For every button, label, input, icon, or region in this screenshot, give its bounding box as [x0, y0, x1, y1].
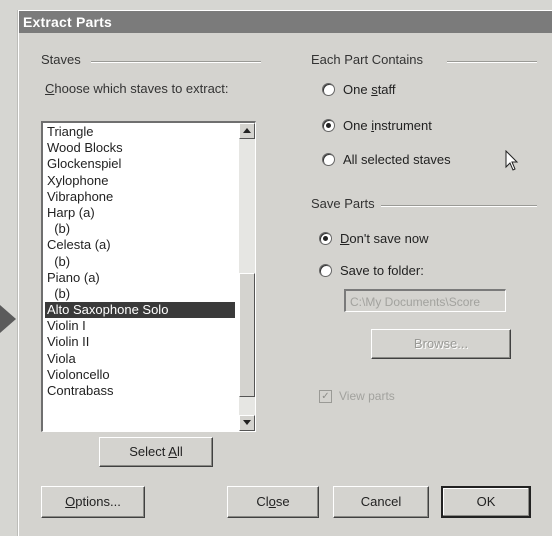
- save-parts-divider: [381, 205, 537, 207]
- staves-list-item[interactable]: Harp (a): [45, 205, 235, 221]
- staves-list-item[interactable]: Violin I: [45, 318, 235, 334]
- dialog-title: Extract Parts: [19, 11, 552, 33]
- staves-list-item[interactable]: (b): [45, 286, 235, 302]
- up-arrow-icon: [243, 128, 251, 133]
- staves-list-item[interactable]: Vibraphone: [45, 189, 235, 205]
- staves-prompt-text: hoose which staves to extract:: [54, 81, 229, 96]
- mouse-pointer-icon: [505, 150, 519, 171]
- scroll-up-button[interactable]: [239, 123, 255, 139]
- radio-save-to-folder[interactable]: Save to folder:: [319, 263, 424, 278]
- staves-scrollbar[interactable]: [239, 123, 255, 431]
- staves-prompt: Choose which staves to extract:: [45, 81, 229, 96]
- select-all-button[interactable]: Select All: [99, 437, 213, 467]
- view-parts-checkbox: ✓ View parts: [319, 389, 395, 403]
- radio-all-selected-staves[interactable]: All selected staves: [322, 152, 451, 167]
- staves-list-item[interactable]: Violin II: [45, 334, 235, 350]
- radio-circle: [319, 232, 332, 245]
- staves-list-item[interactable]: Violoncello: [45, 367, 235, 383]
- extract-parts-dialog: Extract Parts Staves Choose which staves…: [18, 10, 552, 536]
- staves-list-item[interactable]: Celesta (a): [45, 237, 235, 253]
- cancel-button[interactable]: Cancel: [333, 486, 429, 518]
- scroll-thumb[interactable]: [239, 273, 255, 397]
- radio-one-instrument[interactable]: One instrument: [322, 118, 432, 133]
- radio-circle: [322, 83, 335, 96]
- radio-circle: [322, 153, 335, 166]
- staves-list-item[interactable]: Piano (a): [45, 270, 235, 286]
- checkmark-icon: ✓: [319, 389, 332, 403]
- staves-list-item[interactable]: Viola: [45, 351, 235, 367]
- radio-circle: [319, 264, 332, 277]
- staves-list-item[interactable]: Wood Blocks: [45, 140, 235, 156]
- options-button[interactable]: Options...: [41, 486, 145, 518]
- staves-list-item[interactable]: Xylophone: [45, 173, 235, 189]
- staves-list-item[interactable]: Alto Saxophone Solo: [45, 302, 235, 319]
- radio-dont-save[interactable]: Don't save now: [319, 231, 428, 246]
- save-parts-group-label: Save Parts: [311, 196, 375, 211]
- staves-list-item[interactable]: Contrabass: [45, 383, 235, 399]
- staves-list: Triangle Wood Blocks Glockenspiel Xylophone…: [45, 124, 235, 399]
- each-part-group-label: Each Part Contains: [311, 52, 424, 67]
- staves-group-label: Staves: [41, 52, 81, 67]
- radio-one-staff[interactable]: One staff: [322, 82, 396, 97]
- staves-list-item[interactable]: Triangle: [45, 124, 235, 140]
- each-part-divider: [447, 61, 537, 63]
- staves-list-item[interactable]: (b): [45, 254, 235, 270]
- staves-list-item[interactable]: Glockenspiel: [45, 156, 235, 172]
- staves-list-item[interactable]: (b): [45, 221, 235, 237]
- callout-arrow-icon: [0, 305, 16, 333]
- staves-group-divider: [91, 61, 261, 63]
- radio-circle: [322, 119, 335, 132]
- down-arrow-icon: [243, 420, 251, 425]
- browse-button: Browse...: [371, 329, 511, 359]
- ok-button[interactable]: OK: [441, 486, 531, 518]
- staves-listbox[interactable]: Triangle Wood Blocks Glockenspiel Xylophone…: [41, 121, 256, 432]
- close-button[interactable]: Close: [227, 486, 319, 518]
- scroll-down-button[interactable]: [239, 415, 255, 431]
- folder-path-field: C:\My Documents\Score: [344, 289, 506, 312]
